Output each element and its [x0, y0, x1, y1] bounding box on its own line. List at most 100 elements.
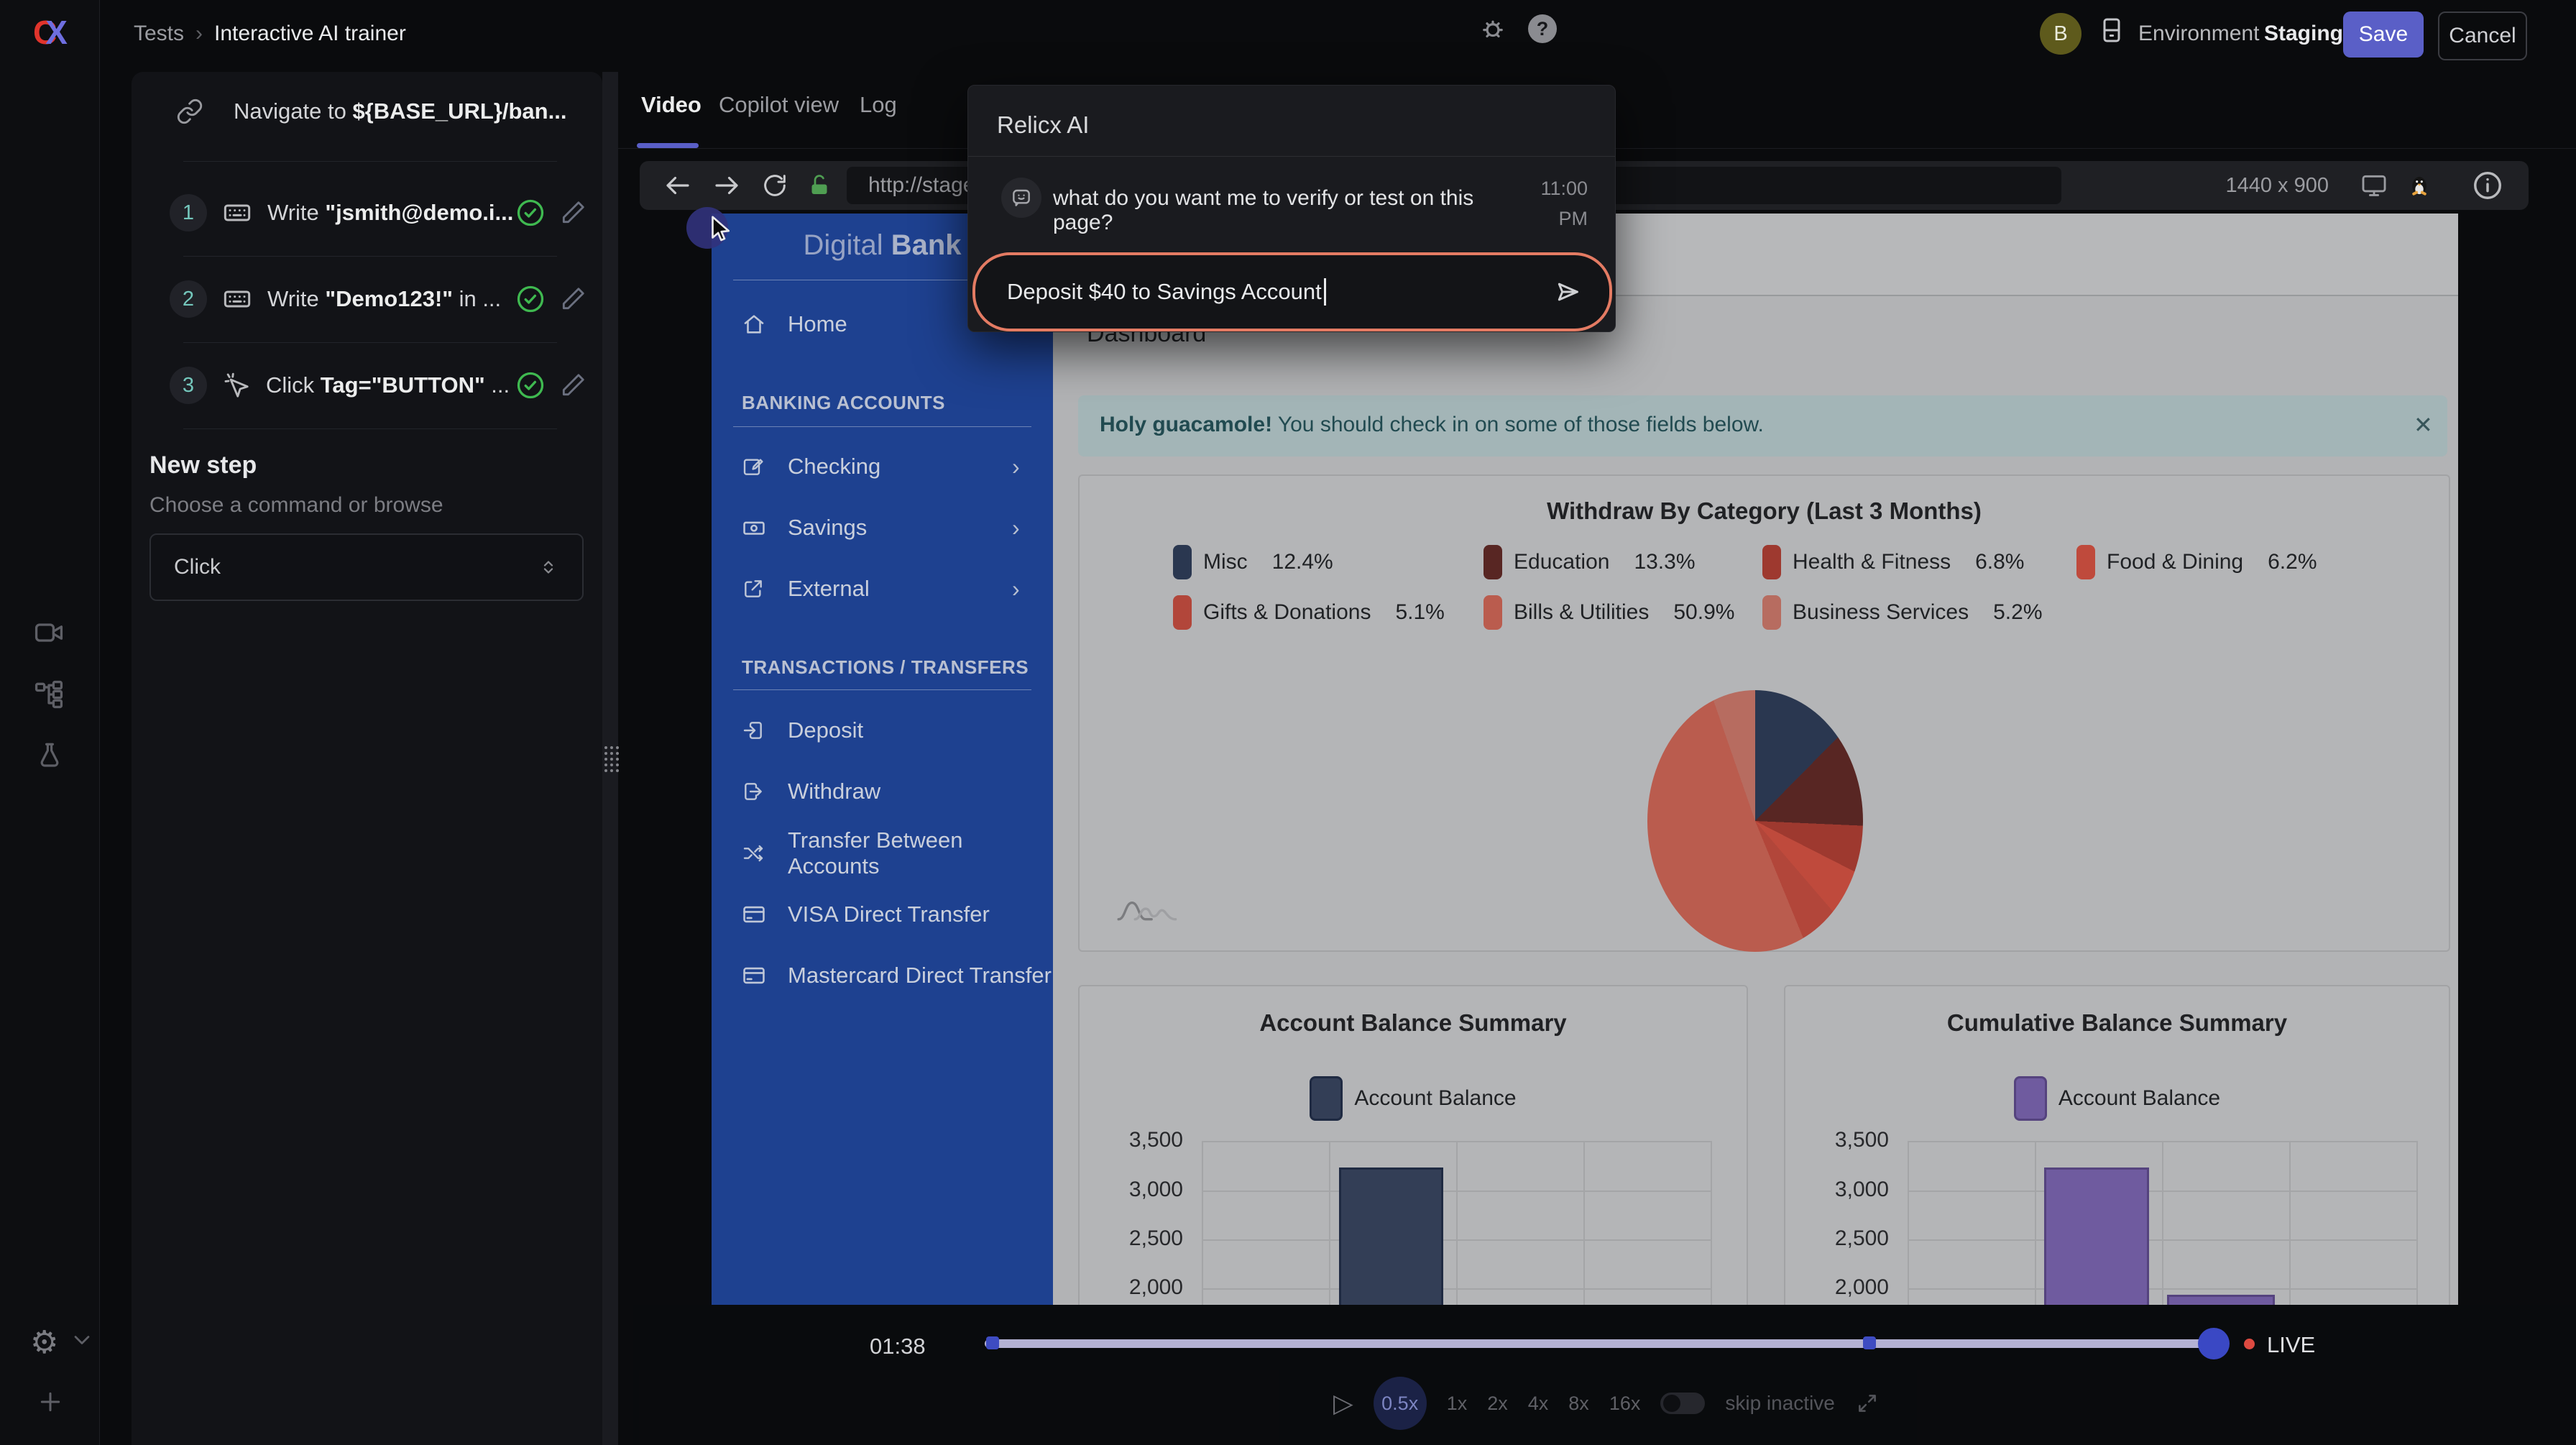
speed-0-5x[interactable]: 0.5x — [1374, 1377, 1427, 1430]
step-number: 2 — [170, 280, 207, 318]
money-bill-icon — [742, 515, 768, 540]
tab-copilot-view[interactable]: Copilot view — [719, 92, 839, 118]
cumulative-balance-bar-2[interactable] — [2167, 1295, 2275, 1305]
bank-nav-external[interactable]: External› — [712, 569, 1053, 609]
withdraw-category-card: Withdraw By Category (Last 3 Months) Mis… — [1078, 474, 2450, 952]
save-button[interactable]: Save — [2343, 12, 2424, 58]
bank-nav-transfer[interactable]: Transfer Between Accounts — [712, 833, 1053, 873]
cumulative-balance-bar-1[interactable] — [2044, 1168, 2149, 1305]
play-icon[interactable]: ▷ — [1333, 1388, 1353, 1418]
pie-chart-title: Withdraw By Category (Last 3 Months) — [1080, 497, 2449, 525]
timeline-track[interactable] — [985, 1339, 2207, 1348]
link-icon — [176, 98, 203, 125]
tests-flask-icon[interactable] — [34, 740, 65, 771]
relicx-ai-dialog: Relicx AI what do you want me to verify … — [967, 85, 1616, 332]
chevron-right-icon: › — [1012, 576, 1020, 602]
edit-pencil-icon[interactable] — [559, 285, 586, 313]
timeline-marker[interactable] — [1863, 1336, 1876, 1349]
step-row-1[interactable]: 1 Write "jsmith@demo.i... — [170, 194, 586, 231]
legend-item[interactable]: Misc12.4% — [1173, 545, 1484, 579]
pencil-square-icon — [742, 455, 768, 478]
send-icon[interactable] — [1553, 277, 1582, 306]
alert-close-icon[interactable]: ✕ — [2414, 411, 2433, 439]
monitor-icon — [2360, 172, 2388, 199]
edit-pencil-icon[interactable] — [559, 199, 586, 226]
panel-resize-handle[interactable] — [602, 72, 618, 1445]
back-icon[interactable] — [663, 170, 693, 201]
step-number: 1 — [170, 194, 207, 231]
legend-item[interactable]: Bills & Utilities50.9% — [1484, 595, 1762, 630]
speed-2x[interactable]: 2x — [1487, 1393, 1508, 1415]
sparkline-icon[interactable] — [1116, 891, 1182, 923]
tab-video[interactable]: Video — [641, 92, 702, 118]
legend-item[interactable]: Business Services5.2% — [1762, 595, 2076, 630]
debug-bug-icon[interactable] — [1478, 13, 1508, 43]
bar-chart-title: Account Balance Summary — [1080, 1009, 1747, 1037]
keyboard-icon — [223, 198, 252, 227]
active-tab-underline — [637, 143, 699, 148]
add-icon[interactable] — [36, 1387, 65, 1416]
bank-nav-visa[interactable]: VISA Direct Transfer — [712, 894, 1053, 935]
timeline-playhead[interactable] — [2198, 1328, 2230, 1359]
message-time: 11:00 — [1540, 178, 1588, 200]
legend-item[interactable]: Health & Fitness6.8% — [1762, 545, 2076, 579]
bank-nav-checking[interactable]: Checking› — [712, 446, 1053, 487]
select-chevrons-icon — [538, 556, 559, 578]
bank-nav-withdraw[interactable]: Withdraw — [712, 771, 1053, 812]
chevron-down-icon[interactable] — [69, 1327, 95, 1353]
cancel-button[interactable]: Cancel — [2438, 12, 2527, 60]
dialog-title: Relicx AI — [997, 111, 1089, 139]
bank-section-transactions: TRANSACTIONS / TRANSFERS — [742, 656, 1029, 679]
new-step-title: New step — [150, 451, 257, 480]
navigate-step[interactable]: Navigate to ${BASE_URL}/ban... — [176, 98, 579, 125]
breadcrumb-tests[interactable]: Tests — [134, 22, 184, 46]
environment-value[interactable]: Staging — [2264, 22, 2343, 46]
info-icon[interactable] — [2471, 169, 2504, 202]
step-success-icon — [515, 197, 546, 229]
speed-8x[interactable]: 8x — [1568, 1393, 1589, 1415]
linux-tux-icon — [2406, 173, 2432, 198]
assistant-message: what do you want me to verify or test on… — [1053, 186, 1513, 235]
step-row-3[interactable]: 3 Click Tag="BUTTON" ... — [170, 367, 586, 404]
speed-16x[interactable]: 16x — [1609, 1393, 1641, 1415]
legend-item[interactable]: Gifts & Donations5.1% — [1173, 595, 1484, 630]
external-link-icon — [742, 577, 768, 600]
bar-legend[interactable]: Account Balance — [1785, 1076, 2449, 1121]
tab-log[interactable]: Log — [860, 92, 897, 118]
bar-chart-title: Cumulative Balance Summary — [1785, 1009, 2449, 1037]
edit-pencil-icon[interactable] — [559, 372, 586, 399]
test-steps-panel: Navigate to ${BASE_URL}/ban... 1 Write "… — [132, 72, 602, 1445]
speed-4x[interactable]: 4x — [1528, 1393, 1549, 1415]
legend-item[interactable]: Food & Dining6.2% — [2076, 545, 2409, 579]
account-balance-bar[interactable] — [1339, 1168, 1443, 1305]
account-balance-card: Account Balance Summary Account Balance … — [1078, 985, 1748, 1305]
command-select[interactable]: Click — [150, 533, 584, 601]
withdraw-pie[interactable] — [1647, 690, 1863, 952]
legend-item[interactable]: Education13.3% — [1484, 545, 1762, 579]
shuffle-icon — [742, 842, 768, 865]
sign-in-icon — [742, 719, 768, 742]
user-avatar[interactable]: B — [2040, 13, 2082, 55]
settings-gear-icon[interactable]: ⚙ — [30, 1324, 58, 1361]
speed-1x[interactable]: 1x — [1447, 1393, 1468, 1415]
lock-open-icon — [806, 173, 832, 198]
forward-icon[interactable] — [712, 170, 742, 201]
ai-prompt-input[interactable]: Deposit $40 to Savings Account — [972, 252, 1612, 331]
bank-nav-savings[interactable]: Savings› — [712, 508, 1053, 548]
timeline-marker-start[interactable] — [986, 1336, 999, 1349]
message-meridiem: PM — [1559, 208, 1588, 230]
fullscreen-icon[interactable] — [1855, 1391, 1880, 1416]
reload-icon[interactable] — [760, 171, 789, 200]
app-logo: CX — [33, 13, 63, 52]
bar-legend[interactable]: Account Balance — [1080, 1076, 1747, 1121]
flow-tree-icon[interactable] — [33, 679, 65, 710]
recordings-icon[interactable] — [33, 617, 65, 648]
help-icon[interactable]: ? — [1528, 14, 1557, 43]
step-row-2[interactable]: 2 Write "Demo123!" in ... — [170, 280, 586, 318]
bank-nav-deposit[interactable]: Deposit — [712, 710, 1053, 751]
assistant-chat-icon — [1001, 178, 1041, 218]
skip-inactive-toggle[interactable] — [1660, 1393, 1705, 1414]
replay-cursor-icon — [704, 213, 737, 246]
playback-time: 01:38 — [870, 1334, 926, 1359]
bank-nav-mastercard[interactable]: Mastercard Direct Transfer — [712, 955, 1053, 996]
